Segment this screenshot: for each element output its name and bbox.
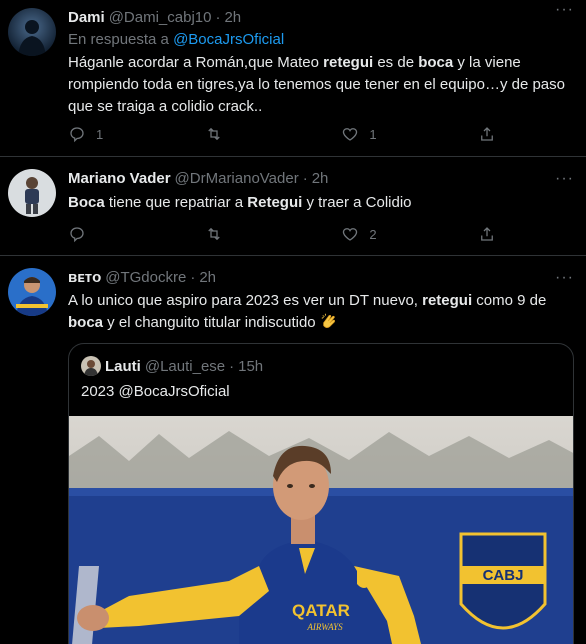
user-handle[interactable]: @Lauti_ese [145, 358, 225, 375]
share-button[interactable] [478, 124, 498, 144]
timestamp[interactable]: 15h [238, 358, 263, 375]
separator-dot: · [302, 170, 308, 187]
tweet-header: Mariano Vader @DrMarianoVader · 2h [68, 169, 574, 189]
reply-button[interactable]: 1 [68, 124, 168, 144]
tweet-body: Dami @Dami_cabj10 · 2h En respuesta a @B… [68, 8, 574, 118]
highlight-keyword: Boca [68, 194, 105, 211]
shirt-sponsor-text: QATAR [292, 601, 350, 620]
share-icon [481, 127, 493, 141]
timestamp[interactable]: 2h [312, 169, 329, 189]
tweet-actions: 1 1 [68, 124, 498, 144]
more-options-icon[interactable]: ··· [555, 171, 574, 187]
reply-icon [70, 227, 84, 243]
quoted-tweet-photo[interactable]: CABJ QATAR AIRWAYS [69, 416, 573, 644]
heart-icon [343, 128, 358, 141]
highlight-keyword: boca [68, 314, 104, 331]
user-handle[interactable]: @TGdockre [105, 268, 186, 288]
timestamp[interactable]: 2h [224, 8, 241, 28]
highlight-keyword: boca [418, 54, 454, 71]
tweet-mariano[interactable]: Mariano Vader @DrMarianoVader · 2h Boca … [0, 157, 586, 256]
avatar-lauti[interactable] [81, 356, 101, 376]
highlight-keyword: retegui [422, 292, 473, 309]
reply-mention-link[interactable]: @BocaJrsOficial [173, 31, 284, 48]
text-segment: como 9 de [472, 292, 547, 309]
like-button[interactable]: 1 [341, 124, 441, 144]
retweet-icon [207, 127, 220, 141]
text-segment: A lo unico que aspiro para 2023 es ver u… [68, 292, 423, 309]
reply-button[interactable] [68, 224, 168, 244]
like-count: 1 [369, 126, 377, 142]
tweet-beto[interactable]: ʙᴇᴛᴏ @TGdockre · 2h A lo unico que aspir… [0, 256, 586, 644]
share-button[interactable] [478, 224, 498, 244]
quoted-tweet[interactable]: Lauti @Lauti_ese · 15h 2023 @BocaJrsOfic… [68, 343, 574, 644]
text-segment: y el changuito titular indiscutido [103, 314, 320, 331]
highlight-keyword: retegui [323, 54, 374, 71]
crest-text: CABJ [483, 567, 524, 584]
reply-prefix: En respuesta a [68, 31, 174, 48]
more-options-icon[interactable]: ··· [555, 2, 574, 18]
display-name[interactable]: Lauti [105, 358, 141, 375]
shirt-sponsor-subtext: AIRWAYS [306, 622, 343, 632]
clapping-hands-emoji [321, 313, 335, 328]
highlight-keyword: Retegui [247, 194, 303, 211]
tweet-text: A lo unico que aspiro para 2023 es ver u… [68, 290, 574, 334]
tweet-header: Dami @Dami_cabj10 · 2h [68, 8, 574, 28]
text-segment: Háganle acordar a Román,que Mateo [68, 54, 324, 71]
avatar-dami[interactable] [8, 8, 56, 56]
avatar-mariano[interactable] [8, 169, 56, 217]
tweet-text: Háganle acordar a Román,que Mateo retegu… [68, 52, 574, 118]
retweet-button[interactable] [205, 224, 305, 244]
like-count: 2 [369, 226, 377, 242]
display-name[interactable]: Mariano Vader [68, 169, 171, 189]
text-segment: tiene que repatriar a [104, 194, 248, 211]
display-name[interactable]: ʙᴇᴛᴏ [68, 268, 101, 288]
text-segment: es de [373, 54, 419, 71]
text-segment: y traer a Colidio [302, 194, 412, 211]
separator-dot: · [190, 269, 196, 286]
retweet-icon [207, 227, 220, 241]
display-name[interactable]: Dami [68, 8, 105, 28]
tweet-body: Mariano Vader @DrMarianoVader · 2h Boca … [68, 169, 574, 214]
separator-dot: · [229, 357, 235, 375]
tweet-text: Boca tiene que repatriar a Retegui y tra… [68, 192, 574, 214]
more-options-icon[interactable]: ··· [555, 270, 574, 286]
tweet-header: ʙᴇᴛᴏ @TGdockre · 2h [68, 268, 574, 288]
timestamp[interactable]: 2h [199, 268, 216, 288]
reply-icon [70, 127, 84, 143]
separator-dot: · [215, 9, 221, 26]
like-button[interactable]: 2 [341, 224, 441, 244]
reply-count: 1 [96, 126, 104, 142]
share-icon [481, 227, 493, 241]
quoted-tweet-text: 2023 @BocaJrsOficial [81, 383, 230, 400]
heart-icon [343, 228, 358, 241]
retweet-button[interactable] [205, 124, 305, 144]
user-handle[interactable]: @DrMarianoVader [175, 169, 299, 189]
tweet-actions: 2 [68, 224, 498, 244]
avatar-beto[interactable] [8, 268, 56, 316]
reply-context: En respuesta a @BocaJrsOficial [68, 30, 574, 50]
tweet-body: ʙᴇᴛᴏ @TGdockre · 2h A lo unico que aspir… [68, 268, 574, 334]
user-handle[interactable]: @Dami_cabj10 [109, 8, 212, 28]
quoted-tweet-header: Lauti @Lauti_ese · 15h [81, 356, 263, 376]
tweet-dami[interactable]: Dami @Dami_cabj10 · 2h En respuesta a @B… [0, 0, 586, 157]
tweet-feed: Dami @Dami_cabj10 · 2h En respuesta a @B… [0, 0, 586, 644]
